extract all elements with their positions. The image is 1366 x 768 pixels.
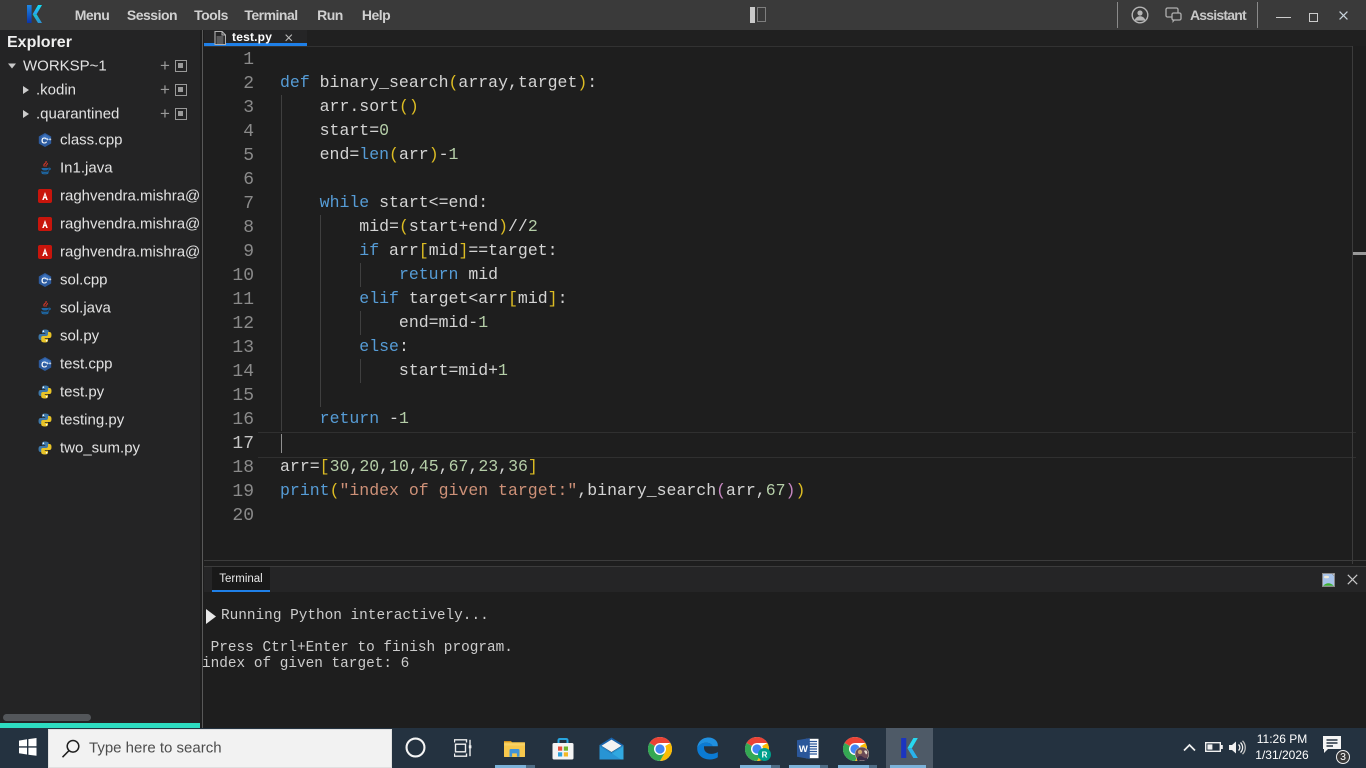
svg-text:++: ++ [46, 137, 52, 142]
svg-text:R: R [762, 751, 768, 760]
svg-text:W: W [799, 744, 808, 755]
svg-text:++: ++ [46, 277, 52, 282]
svg-text:++: ++ [46, 361, 52, 366]
